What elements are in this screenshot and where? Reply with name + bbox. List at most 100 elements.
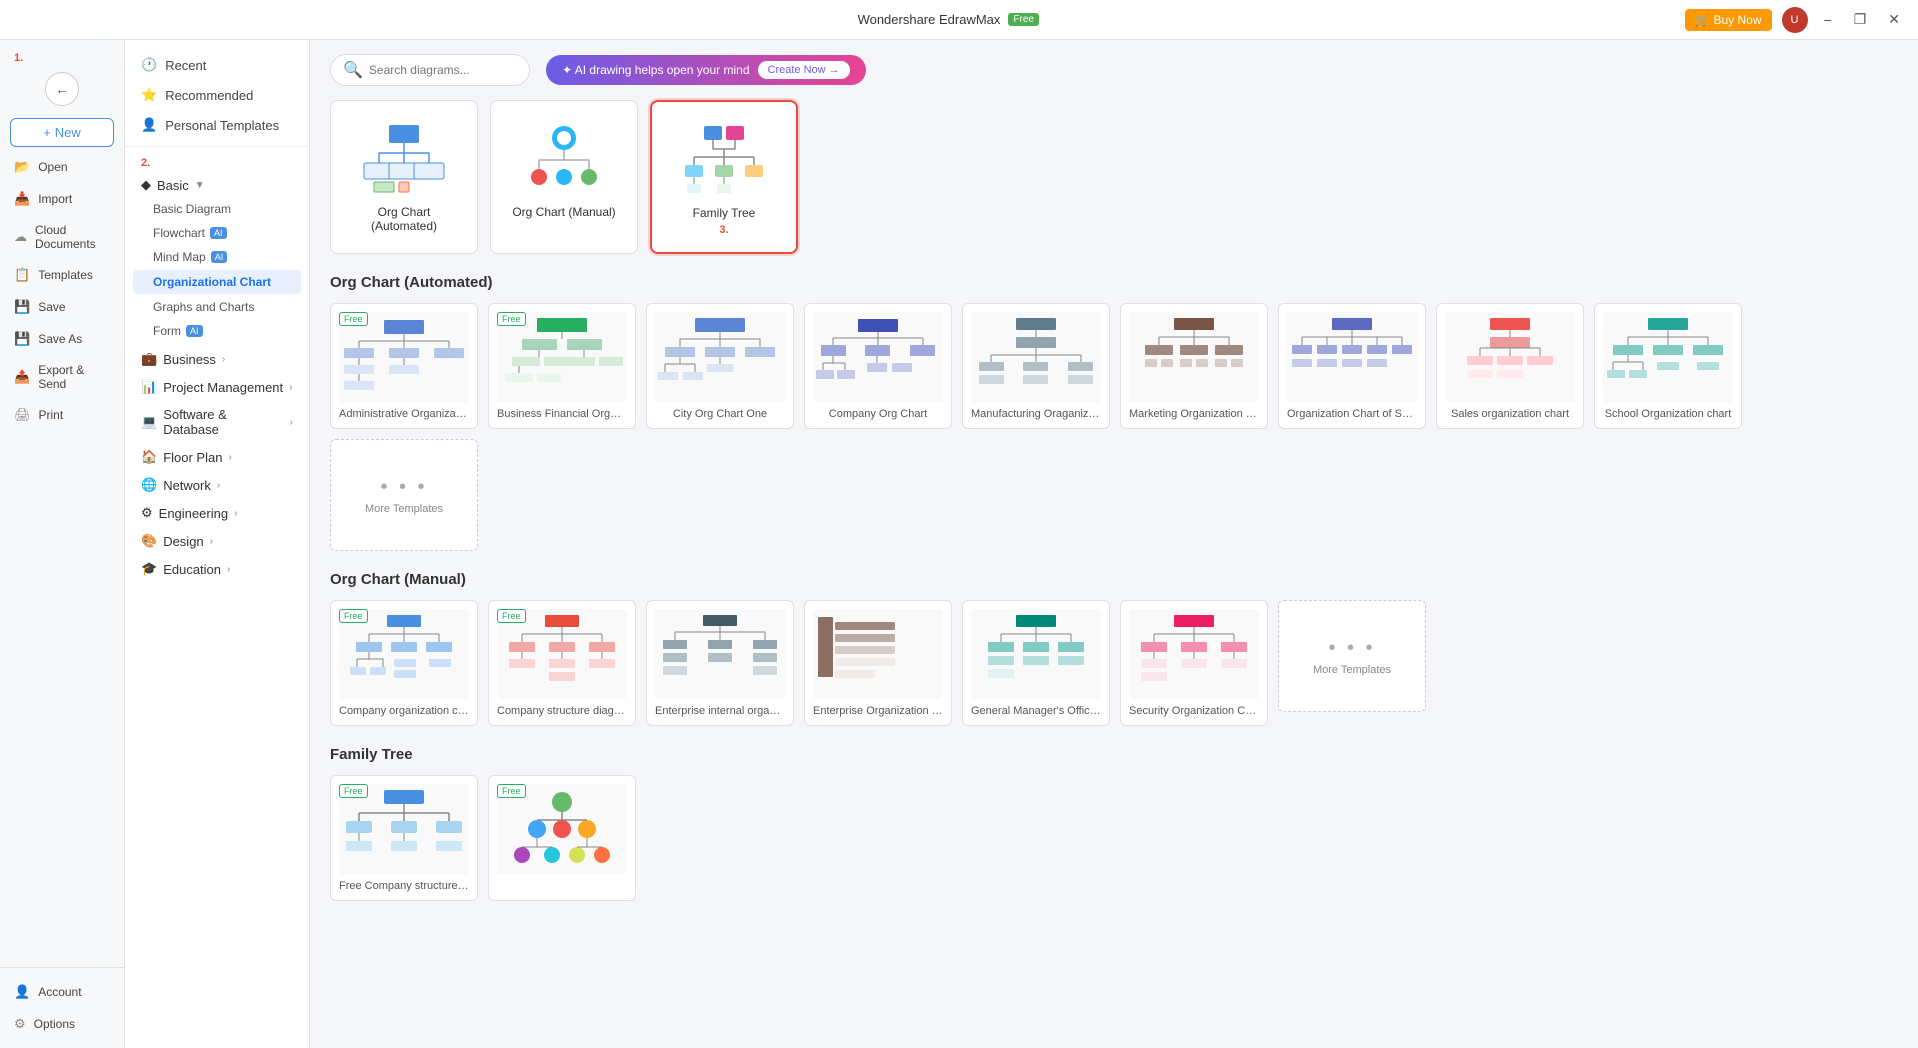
design-icon: 🎨 bbox=[141, 533, 157, 549]
new-button[interactable]: + New bbox=[10, 118, 114, 147]
type-card-manual[interactable]: Org Chart (Manual) bbox=[490, 100, 638, 254]
avatar[interactable]: U bbox=[1782, 7, 1808, 33]
titlebar: Wondershare EdrawMax Free 🛒 Buy Now U − … bbox=[0, 0, 1918, 40]
nav-sub-form[interactable]: Form AI bbox=[125, 319, 309, 343]
cloud-icon: ☁ bbox=[14, 229, 27, 245]
floor-toggle: › bbox=[228, 452, 231, 463]
sidebar-item-export[interactable]: 📤 Export & Send bbox=[0, 355, 124, 399]
sidebar-item-templates[interactable]: 📋 Templates bbox=[0, 259, 124, 291]
section-manual: Org Chart (Manual) Free bbox=[330, 571, 1898, 726]
nav-item-recent[interactable]: 🕐 Recent bbox=[125, 50, 309, 80]
free-badge-biz: Free bbox=[497, 312, 526, 326]
nav-sub-flowchart[interactable]: Flowchart AI bbox=[125, 221, 309, 245]
thumb-city-org bbox=[655, 312, 785, 402]
card-name-security-org: Security Organization Chart bbox=[1129, 705, 1259, 717]
nav-section-design[interactable]: 🎨 Design › bbox=[125, 525, 309, 553]
sidebar-item-account[interactable]: 👤 Account bbox=[0, 976, 124, 1008]
template-card-security-org[interactable]: Security Organization Chart bbox=[1120, 600, 1268, 726]
options-icon: ⚙ bbox=[14, 1016, 26, 1032]
main-layout: 1. ← + New 📂 Open 📥 Import ☁ Cloud Docum… bbox=[0, 40, 1918, 1048]
sidebar-item-save[interactable]: 💾 Save bbox=[0, 291, 124, 323]
template-card-company-org2[interactable]: Free bbox=[330, 600, 478, 726]
more-templates-automated[interactable]: • • • More Templates bbox=[330, 439, 478, 551]
section-automated: Org Chart (Automated) Free bbox=[330, 274, 1898, 551]
personal-icon: 👤 bbox=[141, 117, 157, 133]
section-title-manual: Org Chart (Manual) bbox=[330, 571, 1898, 588]
search-box[interactable]: 🔍 bbox=[330, 54, 530, 86]
card-name-city-org: City Org Chart One bbox=[655, 408, 785, 420]
nav-section-education[interactable]: 🎓 Education › bbox=[125, 553, 309, 581]
nav-section-engineering[interactable]: ⚙ Engineering › bbox=[125, 497, 309, 525]
thumb-school-org bbox=[1603, 312, 1733, 402]
nav-sub-basic-diagram[interactable]: Basic Diagram bbox=[125, 197, 309, 221]
design-toggle: › bbox=[210, 536, 213, 547]
template-card-biz-fin[interactable]: Free bbox=[488, 303, 636, 429]
sidebar-item-print[interactable]: 🖨 Print bbox=[0, 399, 124, 431]
nav-section-floor[interactable]: 🏠 Floor Plan › bbox=[125, 441, 309, 469]
free-badge-ft2: Free bbox=[497, 784, 526, 798]
nav-sub-org-chart[interactable]: Organizational Chart bbox=[133, 270, 301, 294]
template-card-marketing[interactable]: Marketing Organization C... bbox=[1120, 303, 1268, 429]
project-label: Project Management bbox=[163, 380, 283, 395]
step2-label: 2. bbox=[125, 153, 309, 169]
template-card-admin-org[interactable]: Free bbox=[330, 303, 478, 429]
floor-label: Floor Plan bbox=[163, 450, 222, 465]
type-card-automated[interactable]: Org Chart (Automated) bbox=[330, 100, 478, 254]
nav-sub-mindmap[interactable]: Mind Map AI bbox=[125, 245, 309, 269]
minimize-button[interactable]: − bbox=[1818, 10, 1838, 30]
more-templates-manual[interactable]: • • • More Templates bbox=[1278, 600, 1426, 712]
sidebar-item-cloud[interactable]: ☁ Cloud Documents bbox=[0, 215, 124, 259]
print-icon: 🖨 bbox=[14, 407, 31, 423]
nav-item-recommended[interactable]: ⭐ Recommended bbox=[125, 80, 309, 110]
template-card-sale-org[interactable]: Organization Chart of Sale... bbox=[1278, 303, 1426, 429]
thumb-sale-org bbox=[1287, 312, 1417, 402]
sidebar-item-import[interactable]: 📥 Import bbox=[0, 183, 124, 215]
titlebar-center: Wondershare EdrawMax Free bbox=[858, 12, 1039, 27]
search-input[interactable] bbox=[369, 63, 519, 77]
design-label: Design bbox=[163, 534, 203, 549]
thumb-manufacturing bbox=[971, 312, 1101, 402]
automated-label: Org Chart (Automated) bbox=[347, 205, 461, 233]
template-card-enterprise-org[interactable]: Enterprise Organization Ch... bbox=[804, 600, 952, 726]
buy-now-button[interactable]: 🛒 Buy Now bbox=[1685, 9, 1772, 31]
account-label: Account bbox=[38, 985, 81, 999]
close-button[interactable]: ✕ bbox=[1882, 9, 1906, 30]
nav-section-business[interactable]: 💼 Business › bbox=[125, 343, 309, 371]
template-card-gm-office[interactable]: General Manager's Office ... bbox=[962, 600, 1110, 726]
sidebar-item-saveas[interactable]: 💾 Save As bbox=[0, 323, 124, 355]
template-card-enterprise-int[interactable]: Enterprise internal organiz... bbox=[646, 600, 794, 726]
nav-section-software[interactable]: 💻 Software & Database › bbox=[125, 399, 309, 441]
template-card-company-org[interactable]: Company Org Chart bbox=[804, 303, 952, 429]
template-card-company-struct[interactable]: Free bbox=[488, 600, 636, 726]
thumb-gm-office bbox=[971, 609, 1101, 699]
business-toggle: › bbox=[222, 354, 225, 365]
nav-sub-graphs[interactable]: Graphs and Charts bbox=[125, 295, 309, 319]
education-icon: 🎓 bbox=[141, 561, 157, 577]
create-now-button[interactable]: Create Now → bbox=[758, 61, 850, 79]
nav-section-network[interactable]: 🌐 Network › bbox=[125, 469, 309, 497]
recent-icon: 🕐 bbox=[141, 57, 157, 73]
template-grid-automated: Free bbox=[330, 303, 1898, 551]
template-card-city-org[interactable]: City Org Chart One bbox=[646, 303, 794, 429]
options-label: Options bbox=[34, 1017, 75, 1031]
engineering-icon: ⚙ bbox=[141, 505, 153, 521]
more-label: More Templates bbox=[365, 503, 443, 515]
back-button[interactable]: ← bbox=[45, 72, 79, 106]
flowchart-ai-badge: AI bbox=[210, 227, 227, 239]
nav-section-project[interactable]: 📊 Project Management › bbox=[125, 371, 309, 399]
floor-icon: 🏠 bbox=[141, 449, 157, 465]
restore-button[interactable]: ❐ bbox=[1848, 9, 1873, 30]
template-card-ft1[interactable]: Free bbox=[330, 775, 478, 901]
template-card-manufacturing[interactable]: Manufacturing Oraganizati... bbox=[962, 303, 1110, 429]
template-card-ft2[interactable]: Free bbox=[488, 775, 636, 901]
sidebar-item-open[interactable]: 📂 Open bbox=[0, 151, 124, 183]
nav-item-personal[interactable]: 👤 Personal Templates bbox=[125, 110, 309, 140]
ai-bar: ✦ AI drawing helps open your mind Create… bbox=[546, 55, 866, 85]
type-card-family-tree[interactable]: Family Tree 3. bbox=[650, 100, 798, 254]
template-type-row: Org Chart (Automated) bbox=[330, 100, 1898, 254]
nav-section-basic[interactable]: ◆ Basic ▼ bbox=[125, 169, 309, 197]
template-card-sales-org[interactable]: Sales organization chart bbox=[1436, 303, 1584, 429]
template-card-school-org[interactable]: School Organization chart bbox=[1594, 303, 1742, 429]
sidebar-item-options[interactable]: ⚙ Options bbox=[0, 1008, 124, 1040]
project-toggle: › bbox=[289, 382, 292, 393]
